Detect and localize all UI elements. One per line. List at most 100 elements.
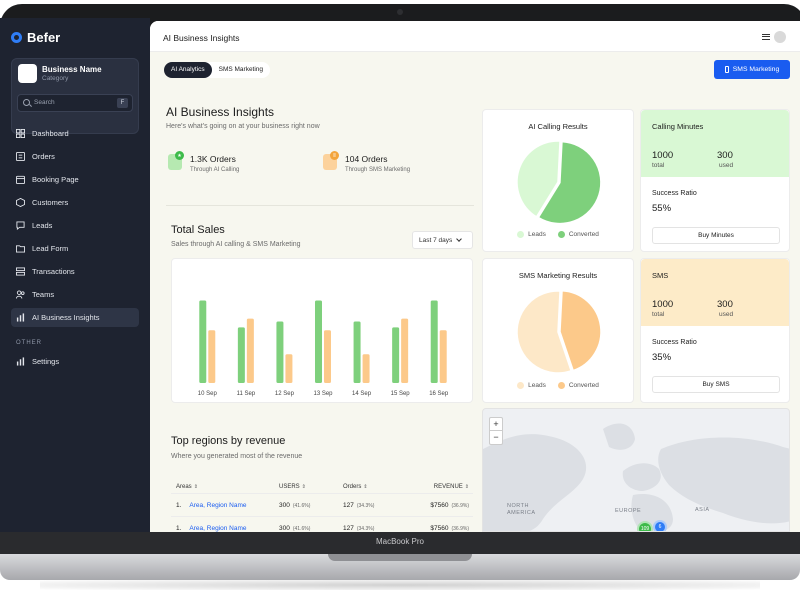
sidebar-item-dashboard[interactable]: Dashboard	[11, 124, 139, 143]
bar-chart-icon	[16, 313, 25, 322]
buy-sms-button[interactable]: Buy SMS	[652, 376, 780, 393]
sms-card: SMS 1000 total 300 used Success Ratio 35…	[640, 258, 790, 403]
table-header: Areas ⇕ USERS ⇕ Orders ⇕ REVENUE ⇕	[171, 481, 473, 493]
bar-ai-6	[430, 300, 438, 383]
col-users-label: USERS	[279, 484, 300, 490]
bar-ai-4	[353, 321, 361, 383]
analytics-tabs: AI Analytics SMS Marketing	[164, 62, 271, 78]
sidebar-item-label: Orders	[32, 152, 55, 161]
sales-bar-chart: 10 Sep 11 Sep 12 Sep 13 Sep 14 Sep 15 Sep 16 S…	[198, 300, 449, 397]
legend-label: Converted	[568, 382, 599, 389]
date-range-select[interactable]: Last 7 days	[412, 231, 473, 249]
row-orders: 127	[343, 501, 354, 509]
col-orders[interactable]: Orders ⇕	[343, 484, 411, 490]
calling-success-ratio-value: 55%	[652, 203, 672, 214]
legend-item-leads: Leads	[517, 231, 546, 238]
calling-minutes-header: Calling Minutes 1000 total 300 used	[641, 110, 789, 177]
sort-icon: ⇕	[193, 484, 198, 490]
sidebar-item-label: Booking Page	[32, 175, 79, 184]
legend-swatch	[517, 231, 525, 238]
sidebar-item-booking-page[interactable]: Booking Page	[11, 170, 139, 189]
sidebar-item-leads[interactable]: Leads	[11, 216, 139, 235]
col-users[interactable]: USERS ⇕	[279, 484, 343, 490]
x-tick-label: 10 Sep	[198, 391, 218, 397]
phone-icon	[724, 66, 729, 73]
map-cluster[interactable]: 109	[637, 521, 653, 531]
bar-sms-0	[208, 330, 216, 383]
bar-sms-1	[246, 318, 254, 383]
sidebar-item-orders[interactable]: Orders	[11, 147, 139, 166]
legend-item-converted: Converted	[557, 382, 599, 389]
sidebar-item-customers[interactable]: Customers	[11, 193, 139, 212]
greenland-shape	[603, 423, 635, 450]
col-revenue[interactable]: REVENUE ⇕	[411, 484, 473, 490]
sidebar-item-ai-business-insights[interactable]: AI Business Insights	[11, 308, 139, 327]
row-orders-pct: (34.3%)	[356, 502, 375, 509]
sidebar-item-label: Dashboard	[32, 129, 69, 138]
sidebar-item-label: Leads	[32, 221, 53, 230]
legend-label: Leads	[528, 382, 546, 389]
x-tick-label: 12 Sep	[275, 391, 295, 397]
bar-sms-3	[324, 330, 331, 383]
table-row: 1. Area, Region Name 300 (41.6%) 127 (34.3%…	[171, 516, 473, 532]
sidebar-item-label: Lead Form	[32, 244, 69, 253]
sidebar-item-transactions[interactable]: Transactions	[11, 262, 139, 281]
tab-ai-analytics[interactable]: AI Analytics	[164, 62, 212, 78]
legend-swatch	[557, 231, 565, 238]
map-cluster[interactable]: 6	[653, 520, 667, 531]
map-label-asia: ASIA	[695, 507, 710, 513]
zoom-in-button[interactable]: +	[490, 418, 502, 431]
search-placeholder: Search	[34, 99, 55, 106]
transactions-icon	[16, 267, 25, 276]
bar-ai-3	[315, 300, 322, 383]
sidebar-item-label: Customers	[32, 198, 69, 207]
sms-orders-value: 104 Orders	[345, 154, 388, 164]
region-link[interactable]: Area, Region Name	[189, 525, 246, 532]
calendar-icon	[16, 175, 25, 184]
menu-icon[interactable]	[762, 34, 770, 40]
tab-sms-marketing[interactable]: SMS Marketing	[212, 62, 270, 78]
section-divider	[166, 205, 474, 206]
sms-results-legend: Leads Converted	[483, 382, 633, 389]
search-input[interactable]: Search F	[17, 94, 133, 112]
x-tick-label: 14 Sep	[352, 391, 372, 397]
sidebar-settings: Settings	[11, 352, 139, 375]
logo-icon	[11, 32, 22, 43]
asia-shape	[658, 437, 789, 524]
sidebar-item-settings[interactable]: Settings	[11, 352, 139, 371]
sidebar-item-lead-form[interactable]: Lead Form	[11, 239, 139, 258]
sms-marketing-button-label: SMS Marketing	[732, 66, 780, 73]
row-rank: 1.	[176, 524, 182, 532]
buy-minutes-button[interactable]: Buy Minutes	[652, 227, 780, 244]
sidebar: Befer Business Name Category Search F Da…	[0, 18, 150, 532]
search-icon	[23, 99, 30, 106]
legend-label: Leads	[528, 231, 546, 238]
region-link[interactable]: Area, Region Name	[189, 502, 246, 509]
settings-icon	[16, 357, 25, 366]
box-icon	[16, 198, 25, 207]
nav-section-label: OTHER	[16, 340, 42, 346]
legend-item-converted: Converted	[557, 231, 599, 238]
app-logo[interactable]: Befer	[11, 30, 60, 45]
device-label: MacBook Pro	[375, 537, 425, 546]
ai-orders-value: 1.3K Orders	[190, 154, 236, 164]
calling-success-ratio-label: Success Ratio	[652, 190, 697, 197]
sms-header: SMS 1000 total 300 used	[641, 259, 789, 326]
revenue-map[interactable]: + − NORTH AMERICA EUROPE ASIA 109 6 37 1…	[482, 408, 790, 532]
zoom-out-button[interactable]: −	[490, 431, 502, 444]
x-tick-label: 16 Sep	[429, 391, 449, 397]
business-name: Business Name	[42, 65, 102, 74]
row-users-pct: (41.6%)	[292, 502, 311, 509]
business-switcher[interactable]: Business Name Category Search F	[11, 58, 139, 134]
sidebar-item-teams[interactable]: Teams	[11, 285, 139, 304]
search-shortcut: F	[117, 98, 128, 108]
sidebar-item-label: Transactions	[32, 267, 75, 276]
orders-icon	[16, 152, 25, 161]
north-america-shape	[483, 434, 587, 531]
overview-subtitle: Here's what's going on at your business …	[166, 123, 320, 130]
avatar[interactable]	[774, 31, 786, 43]
sms-marketing-button[interactable]: SMS Marketing	[714, 60, 790, 79]
calling-minutes-used: 300	[717, 150, 733, 161]
sidebar-item-label: Teams	[32, 290, 55, 299]
col-areas[interactable]: Areas ⇕	[171, 484, 279, 490]
